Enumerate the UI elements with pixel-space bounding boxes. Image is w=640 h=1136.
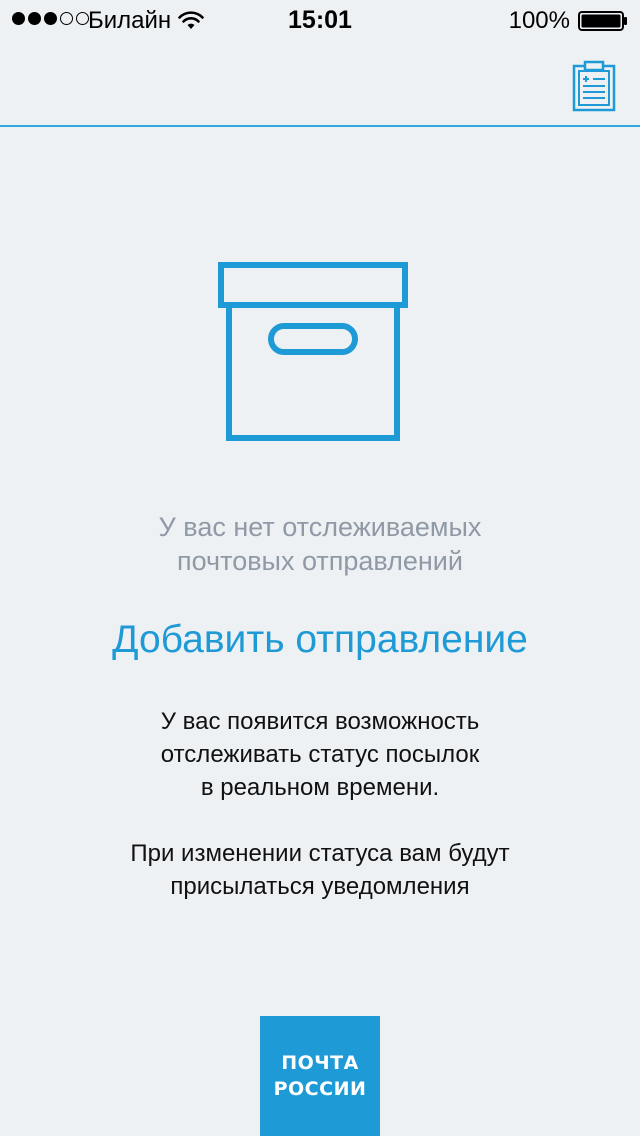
info-line: отслеживать статус посылок xyxy=(160,741,480,768)
russian-post-logo: ПОЧТА РОССИИ xyxy=(260,1016,380,1136)
logo-line: РОССИИ xyxy=(273,1078,367,1100)
notification-line: присылаться уведомления xyxy=(170,873,470,900)
add-shipment-link[interactable]: Добавить отправление xyxy=(0,616,640,664)
battery-percentage: 100% xyxy=(508,7,570,34)
clipboard-icon[interactable] xyxy=(572,60,616,112)
info-line: в реальном времени. xyxy=(200,774,440,801)
empty-state-line: почтовых отправлений xyxy=(177,546,463,576)
empty-state-message: У вас нет отслеживаемых почтовых отправл… xyxy=(0,510,640,578)
info-line: У вас появится возможность xyxy=(160,708,480,735)
empty-state-line: У вас нет отслеживаемых xyxy=(158,512,482,542)
battery-icon xyxy=(578,11,627,31)
box-icon xyxy=(218,262,408,441)
notification-line: При изменении статуса вам будут xyxy=(130,840,510,867)
logo-line: ПОЧТА xyxy=(281,1052,359,1074)
info-text: У вас появится возможность отслеживать с… xyxy=(0,705,640,903)
status-bar: Билайн 15:01 100% xyxy=(0,0,640,40)
navigation-bar xyxy=(0,40,640,127)
